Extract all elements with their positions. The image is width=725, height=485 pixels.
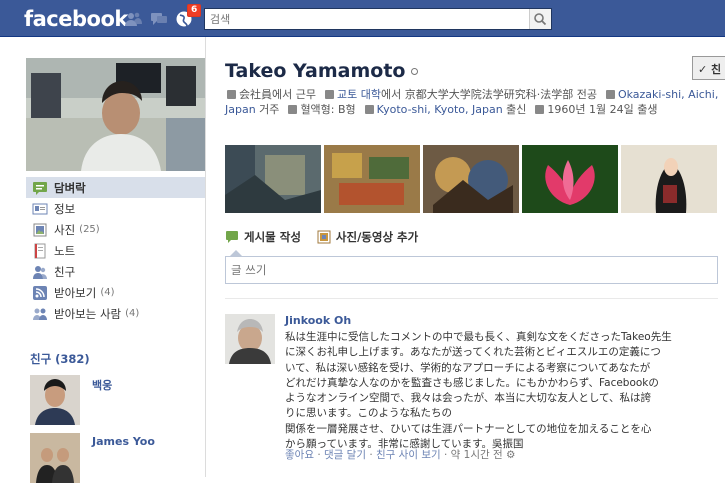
info-school-suffix: 에서 京都大学大学院法学研究科·法学部 전공 [380, 88, 597, 101]
subscriptions-icon [32, 285, 48, 301]
search-button[interactable] [529, 9, 551, 29]
feed-divider [225, 298, 718, 299]
story-line: 関係を一層発展させ、ひいては生涯パートナーとしての地位を加えることを心 [285, 422, 652, 435]
blood-drop-icon [288, 105, 298, 114]
friend-avatar[interactable] [30, 433, 80, 483]
search-icon [534, 13, 547, 26]
nav-label: 받아보는 사람 [54, 306, 122, 321]
column-divider [205, 37, 206, 477]
nav-count: (4) [125, 308, 140, 319]
photo-thumbnail[interactable] [324, 145, 420, 213]
nav-item-friends[interactable]: 친구 [26, 261, 205, 282]
photo-thumbnail[interactable] [225, 145, 321, 213]
friend-item[interactable]: 백웅 [30, 375, 205, 427]
nav-label: 정보 [54, 201, 76, 216]
notes-icon [32, 243, 48, 259]
nav-count: (4) [100, 287, 115, 298]
profile-name: Takeo Yamamoto [225, 60, 419, 82]
photo-strip [225, 145, 725, 213]
info-blood: 혈액형: B형 [300, 103, 356, 116]
info-icon [32, 201, 48, 217]
friend-item[interactable]: James Yoo [30, 433, 205, 485]
nav-label: 담벼락 [54, 180, 86, 195]
friend-avatar[interactable] [30, 375, 80, 425]
messages-icon[interactable] [150, 10, 170, 28]
education-icon [324, 90, 334, 99]
comment-link[interactable]: 댓글 달기 [324, 449, 366, 461]
nav-item-photos[interactable]: 사진 (25) [26, 219, 205, 240]
nav-item-wall[interactable]: 담벼락 [26, 177, 205, 198]
notification-badge: 6 [187, 4, 202, 17]
nav-item-subscribers[interactable]: 받아보는 사람 (4) [26, 303, 205, 324]
nav-item-notes[interactable]: 노트 [26, 240, 205, 261]
info-birthday: 1960년 1월 24일 출생 [547, 103, 658, 116]
top-bar: facebook 6 [0, 0, 725, 37]
info-from-link[interactable]: Kyoto-shi, Kyoto, Japan [377, 103, 503, 116]
photo-video-icon [317, 230, 331, 244]
nav-label: 사진 [54, 222, 76, 237]
composer-box [225, 256, 718, 284]
story-timestamp[interactable]: 약 1시간 전 [451, 449, 503, 461]
left-column: 담벼락 정보 사진 (25) 노트 친구 받아보기 (4) 받아보는 사람 (4… [0, 37, 205, 483]
photo-thumbnail[interactable] [621, 145, 717, 213]
story-line: に深くお礼申し上げます。あなたが送ってくれた芸術とビィエスルエの定義につ [285, 346, 661, 359]
story-line: どれだけ真摯な人なのかを監査さも感じました。にもかかわらず、Facebookの [285, 376, 659, 389]
facebook-logo[interactable]: facebook [24, 7, 128, 31]
gear-icon[interactable]: ⚙ [506, 449, 515, 461]
home-icon [364, 105, 374, 114]
status-dot-icon [411, 68, 419, 75]
photo-thumbnail[interactable] [423, 145, 519, 213]
friends-heading[interactable]: 친구 (382) [30, 351, 90, 367]
calendar-icon [535, 105, 545, 114]
story-line: りに思います。このような私たちの [285, 407, 452, 420]
friend-status-button[interactable]: ✓ 친 [692, 56, 725, 80]
profile-nav: 담벼락 정보 사진 (25) 노트 친구 받아보기 (4) 받아보는 사람 (4… [26, 177, 205, 324]
friend-requests-icon[interactable] [124, 10, 144, 28]
profile-name-text: Takeo Yamamoto [225, 60, 406, 82]
nav-count: (25) [79, 224, 100, 235]
profile-picture[interactable] [26, 58, 205, 171]
subscribers-icon [32, 306, 48, 322]
friend-name[interactable]: 백웅 [92, 377, 112, 393]
tab-photo-video[interactable]: 사진/동영상 추가 [317, 229, 418, 245]
photos-icon [32, 222, 48, 238]
nav-item-subscriptions[interactable]: 받아보기 (4) [26, 282, 205, 303]
story-body: 私は生涯中に受信したコメントの中で最も長く、真剣な文をくださったTakeo先生 … [285, 330, 715, 452]
wall-icon [32, 180, 48, 196]
story-line: 私は生涯中に受信したコメントの中で最も長く、真剣な文をくださったTakeo先生 [285, 331, 672, 343]
composer-tabs: 게시물 작성 사진/동영상 추가 [225, 229, 430, 247]
info-from-suffix: 출신 [502, 103, 527, 116]
profile-info: 会社員에서 근무 교토 대학에서 京都大学大学院法学研究科·法学部 전공 Oka… [225, 87, 725, 117]
nav-label: 노트 [54, 243, 76, 258]
info-work: 会社員에서 근무 [239, 88, 316, 101]
like-link[interactable]: 좋아요 [285, 449, 314, 461]
composer-input[interactable] [226, 257, 717, 283]
work-icon [227, 90, 236, 99]
location-icon [605, 90, 615, 99]
info-school-link[interactable]: 교토 대학 [337, 88, 381, 101]
story-author-avatar[interactable] [225, 314, 275, 364]
search-input[interactable] [205, 9, 525, 29]
story-line: いて、私は深い感銘を受け、学術的なアプローチによる考察についてあなたが [285, 361, 651, 374]
story-line: ようなオンライン空間で、我々は会ったが、本当に大切な友人として、私は誇 [285, 392, 652, 405]
status-icon [225, 230, 239, 244]
tab-status-label: 게시물 작성 [244, 230, 301, 244]
see-friendship-link[interactable]: 친구 사이 보기 [376, 449, 441, 461]
nav-item-info[interactable]: 정보 [26, 198, 205, 219]
search-box [204, 8, 552, 30]
friend-name[interactable]: James Yoo [92, 435, 155, 448]
info-lives-suffix: 거주 [255, 103, 280, 116]
story-author-name[interactable]: Jinkook Oh [285, 314, 351, 327]
tab-status[interactable]: 게시물 작성 [225, 229, 301, 245]
story-actions: 좋아요 · 댓글 달기 · 친구 사이 보기 · 약 1시간 전 ⚙ [285, 449, 516, 461]
photo-thumbnail[interactable] [522, 145, 618, 213]
tab-photo-label: 사진/동영상 추가 [335, 230, 419, 244]
nav-label: 받아보기 [54, 285, 97, 300]
nav-label: 친구 [54, 264, 76, 279]
friends-icon [32, 264, 48, 280]
